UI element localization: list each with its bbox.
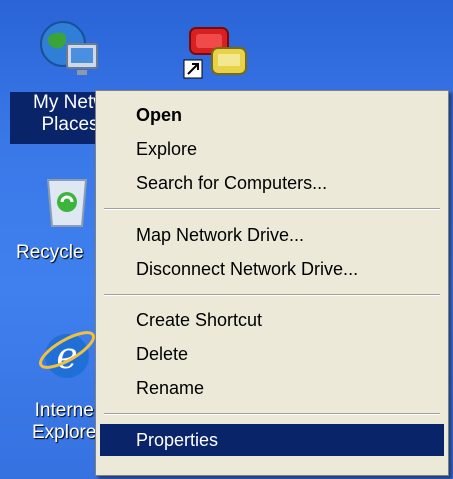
phone-icon [183,27,247,79]
menu-item-map-network-drive[interactable]: Map Network Drive... [100,219,444,251]
menu-item-properties[interactable]: Properties [100,424,444,456]
menu-item-create-shortcut[interactable]: Create Shortcut [100,304,444,336]
internet-explorer-label: Interne Explore [32,400,97,443]
menu-item-delete[interactable]: Delete [100,338,444,370]
menu-separator [104,294,440,296]
ie-logo-icon: e [39,331,95,378]
menu-item-disconnect-network-drive[interactable]: Disconnect Network Drive... [100,253,444,285]
menu-separator [104,413,440,415]
menu-item-rename[interactable]: Rename [100,372,444,404]
network-globe-icon [40,21,98,75]
recycle-bin-label: Recycle [16,242,84,263]
menu-separator [104,208,440,210]
menu-item-search-computers[interactable]: Search for Computers... [100,167,444,199]
context-menu: Open Explore Search for Computers... Map… [95,90,449,476]
menu-item-open[interactable]: Open [100,99,444,131]
menu-item-explore[interactable]: Explore [100,133,444,165]
recycle-bin-graphic-icon [46,179,88,227]
